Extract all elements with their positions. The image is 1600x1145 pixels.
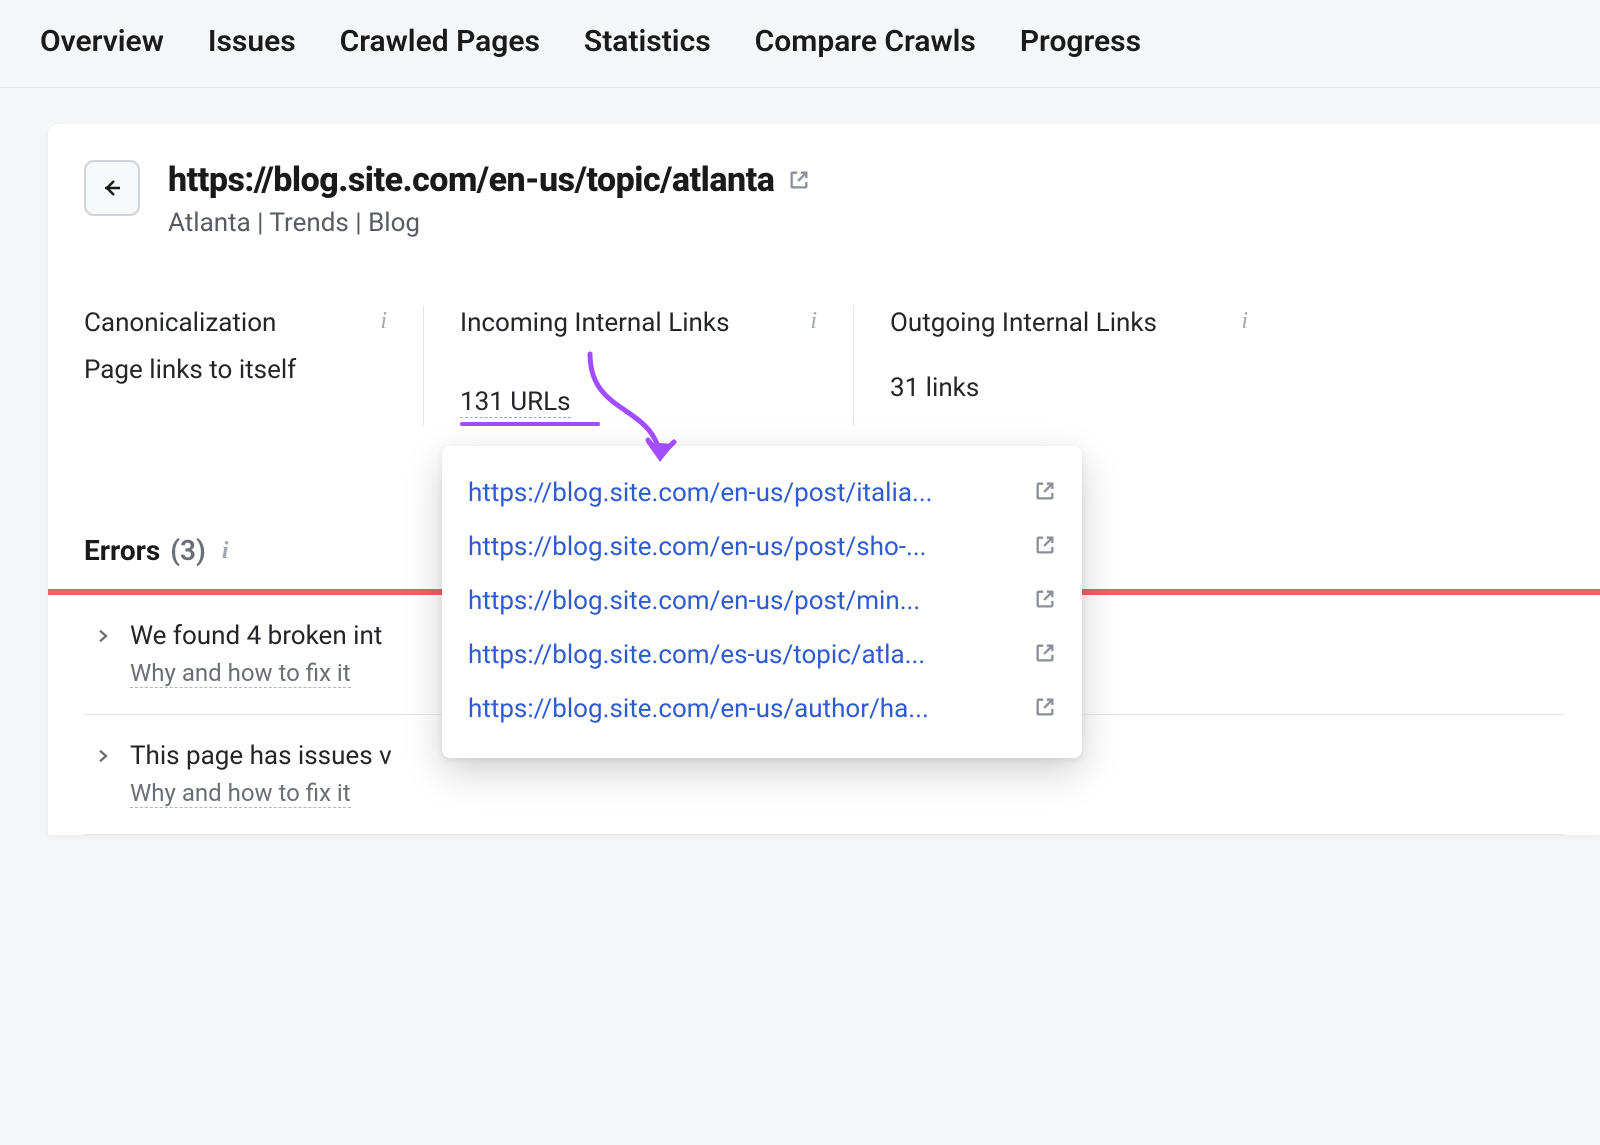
popover-link-row: https://blog.site.com/es-us/topic/atla..… — [468, 628, 1056, 682]
errors-title: Errors — [84, 534, 160, 567]
popover-link[interactable]: https://blog.site.com/en-us/post/italia.… — [468, 478, 933, 508]
tab-crawled-pages[interactable]: Crawled Pages — [340, 24, 540, 59]
errors-count: (3) — [170, 534, 206, 567]
external-link-icon[interactable] — [788, 160, 810, 200]
stat-outgoing-links: Outgoing Internal Links i 31 links — [854, 306, 1284, 426]
popover-link-row: https://blog.site.com/en-us/post/italia.… — [468, 466, 1056, 520]
stat-canonical-label: Canonicalization — [84, 306, 276, 341]
popover-link[interactable]: https://blog.site.com/es-us/topic/atla..… — [468, 640, 925, 670]
stat-canonical-value: Page links to itself — [84, 355, 387, 385]
tab-overview[interactable]: Overview — [40, 24, 164, 59]
external-link-icon[interactable] — [1034, 480, 1056, 506]
stat-incoming-label: Incoming Internal Links — [460, 306, 729, 341]
tab-statistics[interactable]: Statistics — [584, 24, 711, 59]
popover-link-row: https://blog.site.com/en-us/author/ha... — [468, 682, 1056, 736]
page-url[interactable]: https://blog.site.com/en-us/topic/atlant… — [168, 160, 810, 200]
incoming-links-popover: https://blog.site.com/en-us/post/italia.… — [442, 446, 1082, 758]
info-icon[interactable]: i — [222, 536, 229, 565]
popover-link-row: https://blog.site.com/en-us/post/sho-... — [468, 520, 1056, 574]
top-nav: Overview Issues Crawled Pages Statistics… — [0, 0, 1600, 88]
arrow-left-icon — [100, 176, 124, 200]
stat-outgoing-value: 31 links — [890, 373, 1248, 403]
page-card: https://blog.site.com/en-us/topic/atlant… — [48, 124, 1600, 835]
external-link-icon[interactable] — [1034, 588, 1056, 614]
page-header: https://blog.site.com/en-us/topic/atlant… — [84, 160, 1564, 238]
info-icon[interactable]: i — [810, 306, 817, 335]
stat-canonicalization: Canonicalization i Page links to itself — [84, 306, 424, 426]
tab-issues[interactable]: Issues — [208, 24, 296, 59]
chevron-right-icon[interactable] — [94, 627, 112, 645]
tab-progress[interactable]: Progress — [1020, 24, 1141, 59]
error-text: We found 4 broken int — [130, 621, 382, 651]
error-text: This page has issues v — [130, 741, 392, 771]
why-fix-link[interactable]: Why and how to fix it — [130, 779, 351, 808]
stat-incoming-value[interactable]: 131 URLs — [460, 387, 571, 418]
popover-link[interactable]: https://blog.site.com/en-us/post/sho-... — [468, 532, 927, 562]
stat-outgoing-label: Outgoing Internal Links — [890, 306, 1157, 341]
popover-link[interactable]: https://blog.site.com/en-us/post/min... — [468, 586, 920, 616]
why-fix-link[interactable]: Why and how to fix it — [130, 659, 351, 688]
popover-link-row: https://blog.site.com/en-us/post/min... — [468, 574, 1056, 628]
external-link-icon[interactable] — [1034, 534, 1056, 560]
info-icon[interactable]: i — [380, 306, 387, 335]
external-link-icon[interactable] — [1034, 696, 1056, 722]
info-icon[interactable]: i — [1241, 306, 1248, 335]
tab-compare-crawls[interactable]: Compare Crawls — [755, 24, 976, 59]
popover-link[interactable]: https://blog.site.com/en-us/author/ha... — [468, 694, 929, 724]
external-link-icon[interactable] — [1034, 642, 1056, 668]
stat-incoming-links: Incoming Internal Links i 131 URLs https… — [424, 306, 854, 426]
back-button[interactable] — [84, 160, 140, 216]
title-block: https://blog.site.com/en-us/topic/atlant… — [168, 160, 810, 238]
chevron-right-icon[interactable] — [94, 747, 112, 765]
highlight-underline — [460, 422, 600, 426]
stats-row: Canonicalization i Page links to itself … — [84, 306, 1564, 426]
breadcrumb: Atlanta | Trends | Blog — [168, 208, 810, 238]
page-url-text: https://blog.site.com/en-us/topic/atlant… — [168, 160, 774, 200]
